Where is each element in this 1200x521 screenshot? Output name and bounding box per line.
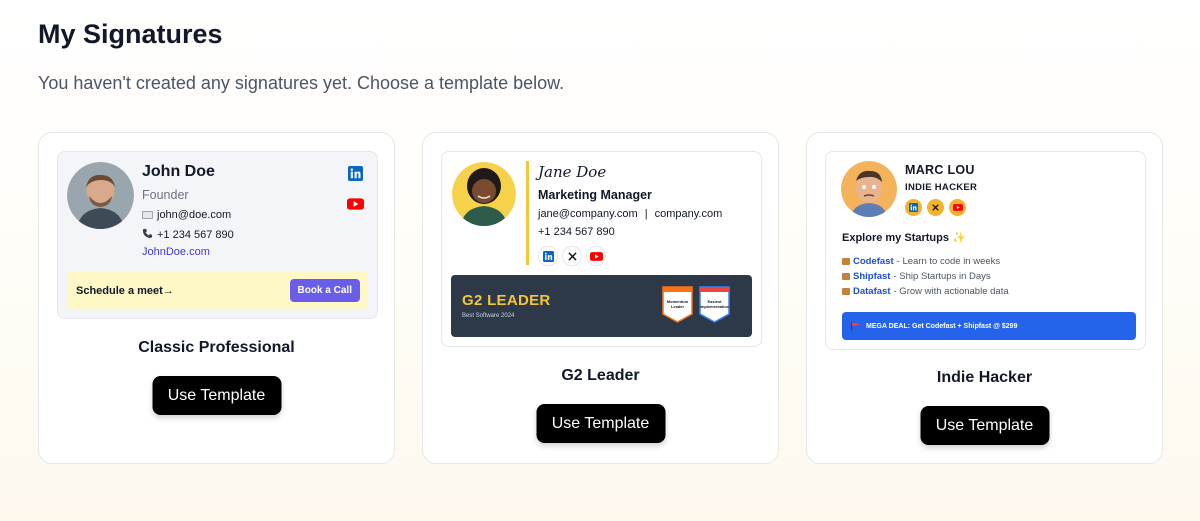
template-name: Indie Hacker [936,369,1033,386]
signature-name: John Doe [142,163,215,180]
startup-item: Datafast - Grow with actionable data [842,286,1009,297]
avatar [67,162,134,229]
signature-name: Jane Doe [538,163,607,181]
signature-role: Founder [142,188,189,202]
signature-role: Marketing Manager [538,188,652,202]
mega-deal-text: MEGA DEAL: Get Codefast + Shipfast @ $29… [866,322,1018,330]
signature-email-line: john@doe.com [142,209,231,221]
startup-description: - Learn to code in weeks [896,256,1001,267]
signature-preview: MARC LOU INDIE HACKER Explore my Startup… [825,151,1146,350]
g2-banner-subtitle: Best Software 2024 [462,313,515,319]
signature-phone: +1 234 567 890 [538,226,615,238]
use-template-button[interactable]: Use Template [920,406,1049,445]
linkedin-icon [905,199,922,216]
signature-email: john@doe.com [157,209,232,221]
template-name: Classic Professional [138,339,295,356]
g2-badge-label: Easiest Implementation [699,299,730,309]
signature-role: INDIE HACKER [905,182,978,193]
signature-phone: +1 234 567 890 [157,229,234,241]
use-template-button[interactable]: Use Template [536,404,665,443]
package-icon [842,273,850,280]
template-name: G2 Leader [561,367,640,384]
template-card-indie-hacker[interactable]: MARC LOU INDIE HACKER Explore my Startup… [806,132,1163,464]
contact-separator: | [644,208,648,220]
explore-startups-heading: Explore my Startups ✨ [842,232,966,244]
phone-icon [142,228,153,242]
startup-name: Shipfast [853,271,891,282]
youtube-icon [586,246,606,266]
g2-badge-label: Momentum Leader [666,299,689,309]
g2-badge: Momentum Leader [662,286,693,323]
book-a-call-button[interactable]: Book a Call [289,279,360,302]
signature-preview: Jane Doe Marketing Manager jane@company.… [441,151,762,347]
signature-phone-line: +1 234 567 890 [142,228,234,242]
social-icons [905,199,966,216]
startup-description: - Ship Startups in Days [893,271,991,282]
startup-name: Codefast [853,256,894,267]
startup-name: Datafast [853,286,891,297]
signature-email: jane@company.com [538,208,638,220]
startup-description: - Grow with actionable data [893,286,1009,297]
linkedin-icon [538,246,558,266]
email-icon [142,211,153,219]
startup-item: Shipfast - Ship Startups in Days [842,271,991,282]
use-template-button[interactable]: Use Template [152,376,281,415]
signature-name: MARC LOU [905,163,975,177]
youtube-icon [949,199,966,216]
signature-website: company.com [654,208,723,220]
page-subtitle: You haven't created any signatures yet. … [38,73,565,93]
g2-badge: Easiest Implementation [699,286,730,323]
signature-preview: John Doe Founder john@doe.com +1 234 567… [57,151,378,319]
x-icon [562,246,582,266]
package-icon [842,288,850,295]
page-title: My Signatures [38,19,223,49]
signature-contact-line: jane@company.com | company.com [538,208,722,220]
linkedin-icon [348,166,363,186]
g2-leader-banner: G2 LEADER Best Software 2024 Momentum Le… [451,275,752,337]
social-icons [538,246,606,266]
package-icon [842,258,850,265]
template-card-classic-professional[interactable]: John Doe Founder john@doe.com +1 234 567… [38,132,395,464]
startup-item: Codefast - Learn to code in weeks [842,256,1000,267]
x-icon [927,199,944,216]
schedule-meet-banner: Schedule a meet→ Book a Call [67,272,368,309]
avatar [841,161,897,217]
template-card-g2-leader[interactable]: Jane Doe Marketing Manager jane@company.… [422,132,779,464]
accent-divider [526,161,529,265]
g2-banner-title: G2 LEADER [462,292,551,309]
avatar [452,162,516,226]
youtube-icon [347,197,364,215]
flag-icon [851,317,861,335]
mega-deal-banner: MEGA DEAL: Get Codefast + Shipfast @ $29… [842,312,1136,340]
schedule-meet-text: Schedule a meet→ [76,285,174,297]
signature-website: JohnDoe.com [142,246,210,258]
